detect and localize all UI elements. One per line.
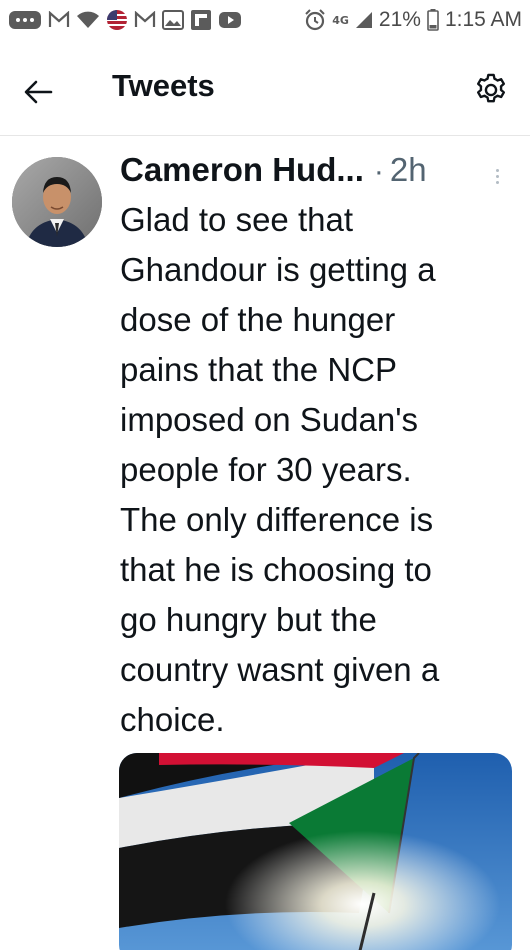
back-button[interactable] <box>18 72 58 112</box>
tweet-text-line: pains that the NCP <box>120 351 397 388</box>
gmail-icon <box>48 9 70 31</box>
tweet-text-line: country wasnt given a <box>120 651 440 688</box>
notification-icons <box>8 9 242 31</box>
tweet-text-line: imposed on Sudan's <box>120 401 418 438</box>
page-title: Tweets <box>112 68 215 103</box>
tweet-text-line: Ghandour is getting a <box>120 251 436 288</box>
tweet-text-line: Glad to see that <box>120 201 353 238</box>
tweet-timestamp[interactable]: 2h <box>390 151 427 189</box>
wifi-icon <box>76 9 100 31</box>
flag-icon <box>106 9 128 31</box>
gear-icon <box>476 73 506 103</box>
youtube-icon <box>218 9 242 31</box>
tweet-text-line: that he is choosing to <box>120 551 432 588</box>
separator-dot: · <box>373 155 384 188</box>
status-bar: 4G 21% 1:15 AM <box>0 0 530 40</box>
network-type-icon: 4G <box>332 13 349 27</box>
author-name[interactable]: Cameron Hud... <box>120 151 364 189</box>
more-dot <box>495 168 499 172</box>
more-dot <box>495 180 499 184</box>
tweet-text-line: dose of the hunger <box>120 301 396 338</box>
top-app-bar: Tweets <box>0 40 530 136</box>
sudan-flag-photo <box>119 753 512 950</box>
tweet-text-line: people for 30 years. <box>120 451 412 488</box>
signal-icon <box>355 9 373 31</box>
system-icons: 4G 21% 1:15 AM <box>304 8 522 32</box>
battery-icon <box>427 9 439 31</box>
tweet-header: Cameron Hud... · 2h <box>120 151 427 189</box>
clock: 1:15 AM <box>444 8 522 31</box>
tweet-text-line: go hungry but the <box>120 601 377 638</box>
tweet[interactable]: Cameron Hud... · 2h Glad to see that Gha… <box>0 137 530 950</box>
arrow-left-icon <box>24 80 53 104</box>
tweet-text: Glad to see that Ghandour is getting a d… <box>120 195 520 745</box>
more-options-button[interactable] <box>487 161 507 191</box>
avatar[interactable] <box>12 157 102 247</box>
flipboard-icon <box>190 9 212 31</box>
settings-button[interactable] <box>470 69 512 111</box>
more-dot <box>495 174 499 178</box>
messages-icon <box>8 9 42 31</box>
gmail-icon <box>134 9 156 31</box>
gallery-icon <box>162 9 184 31</box>
tweet-media-image[interactable] <box>119 753 512 950</box>
tweet-text-line: choice. <box>120 701 225 738</box>
tweet-text-line: The only difference is <box>120 501 434 538</box>
alarm-icon <box>304 9 326 31</box>
battery-percent: 21% <box>378 8 421 31</box>
